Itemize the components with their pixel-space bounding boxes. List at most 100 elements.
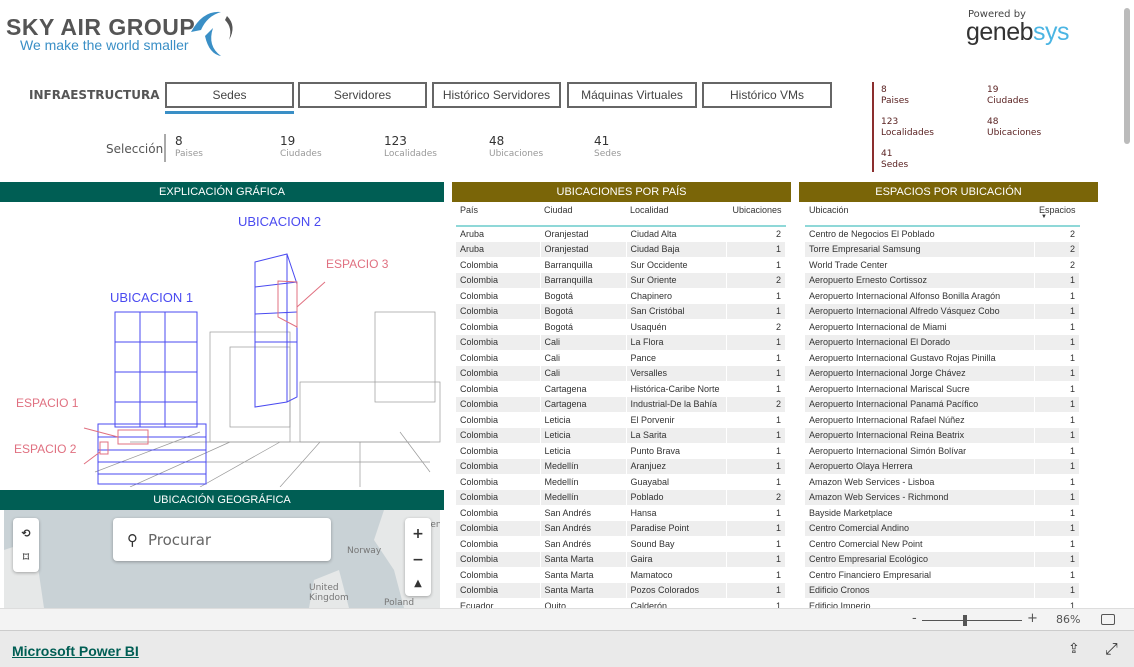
col-espacios[interactable]: Espacios ▼ xyxy=(1034,202,1080,227)
page-scrollbar[interactable] xyxy=(1124,8,1130,144)
table-row[interactable]: Aeropuerto Internacional Alfredo Vásquez… xyxy=(805,303,1080,319)
table-row[interactable]: Amazon Web Services - Richmond 1 xyxy=(805,489,1080,505)
table-cell: Bogotá xyxy=(540,303,627,319)
table-row[interactable]: Aeropuerto Internacional Rafael Núñez 1 xyxy=(805,412,1080,428)
table-row[interactable]: Aeropuerto Olaya Herrera 1 xyxy=(805,458,1080,474)
table-row[interactable]: Colombia San Andrés Hansa 1 xyxy=(456,505,786,521)
table-row[interactable]: Colombia Cali Pance 1 xyxy=(456,350,786,366)
table-cell: San Andrés xyxy=(540,536,627,552)
zoom-out-icon[interactable]: − xyxy=(412,552,424,568)
tab-maquinas-virtuales[interactable]: Máquinas Virtuales xyxy=(567,82,697,108)
espacios-ubicacion-table[interactable]: Ubicación Espacios ▼ Centro de Negocios E… xyxy=(805,202,1080,608)
table-cell: La Sarita xyxy=(626,427,727,443)
map-search-input[interactable]: ⚲ Procurar xyxy=(113,518,331,561)
table-row[interactable]: Colombia Medellín Guayabal 1 xyxy=(456,474,786,490)
rotate-icon[interactable]: ⟲ xyxy=(21,527,30,540)
table-row[interactable]: Colombia Leticia Punto Brava 1 xyxy=(456,443,786,459)
tab-servidores[interactable]: Servidores xyxy=(298,82,427,108)
ubicaciones-pais-table[interactable]: País Ciudad Localidad Ubicaciones Aruba O… xyxy=(456,202,786,608)
fit-to-page-icon[interactable] xyxy=(1101,614,1115,625)
table-row[interactable]: Aruba Oranjestad Ciudad Alta 2 xyxy=(456,226,786,242)
table-row[interactable]: Colombia Cartagena Histórica-Caribe Norte 1 xyxy=(456,381,786,397)
table-row[interactable]: Aeropuerto Internacional Jorge Chávez 1 xyxy=(805,365,1080,381)
table-row[interactable]: Colombia Bogotá Chapinero 1 xyxy=(456,288,786,304)
table-cell: 1 xyxy=(1034,427,1080,443)
table-row[interactable]: Aeropuerto Internacional El Dorado 1 xyxy=(805,334,1080,350)
table-row[interactable]: Colombia Santa Marta Mamatoco 1 xyxy=(456,567,786,583)
table-row[interactable]: Aeropuerto Internacional Alfonso Bonilla… xyxy=(805,288,1080,304)
table-row[interactable]: Colombia Medellín Aranjuez 1 xyxy=(456,458,786,474)
table-row[interactable]: Centro Comercial New Point 1 xyxy=(805,536,1080,552)
kpi-paises: 8 Paises xyxy=(175,134,203,159)
share-icon[interactable]: ⇪ xyxy=(1068,641,1080,657)
table-cell: Colombia xyxy=(456,350,541,366)
table-row[interactable]: Colombia San Andrés Sound Bay 1 xyxy=(456,536,786,552)
col-localidad[interactable]: Localidad xyxy=(626,202,726,227)
table-row[interactable]: Colombia Barranquilla Sur Occidente 1 xyxy=(456,257,786,273)
select-area-icon[interactable]: ⌑ xyxy=(23,550,29,564)
table-row[interactable]: Colombia Cali Versalles 1 xyxy=(456,365,786,381)
table-row[interactable]: Torre Empresarial Samsung 2 xyxy=(805,241,1080,257)
table-row[interactable]: Ecuador Quito Calderón 1 xyxy=(456,598,786,608)
table-row[interactable]: Aeropuerto Internacional de Miami 1 xyxy=(805,319,1080,335)
svg-text:UBICACION 1: UBICACION 1 xyxy=(110,290,193,305)
table-row[interactable]: Colombia San Andrés Paradise Point 1 xyxy=(456,520,786,536)
table-cell: Aeropuerto Internacional de Miami xyxy=(805,319,1036,335)
map-tools[interactable]: ⟲ ⌑ xyxy=(13,518,39,572)
map[interactable]: Sweden Norway United Kingdom Poland ⟲⌑ ⚲… xyxy=(4,510,440,608)
table-row[interactable]: Aeropuerto Ernesto Cortissoz 1 xyxy=(805,272,1080,288)
zoom-in-icon[interactable]: + xyxy=(412,526,424,542)
table-row[interactable]: World Trade Center 2 xyxy=(805,257,1080,273)
table-row[interactable]: Aeropuerto Internacional Simón Bolívar 1 xyxy=(805,443,1080,459)
table-cell: Bayside Marketplace xyxy=(805,505,1036,521)
table-row[interactable]: Edificio Imperio 1 xyxy=(805,598,1080,608)
table-row[interactable]: Edificio Cronos 1 xyxy=(805,582,1080,598)
table-row[interactable]: Aruba Oranjestad Ciudad Baja 1 xyxy=(456,241,786,257)
map-zoom-controls[interactable]: + − ▲ xyxy=(405,518,431,596)
kpi-localidades: 123 Localidades xyxy=(384,134,437,159)
table-cell: La Flora xyxy=(626,334,727,350)
table-row[interactable]: Centro Comercial Andino 1 xyxy=(805,520,1080,536)
table-row[interactable]: Colombia Barranquilla Sur Oriente 2 xyxy=(456,272,786,288)
table-row[interactable]: Centro Financiero Empresarial 1 xyxy=(805,567,1080,583)
table-cell: 2 xyxy=(726,489,786,505)
tab-historico-servidores[interactable]: Histórico Servidores xyxy=(432,82,561,108)
sky-air-logo-icon xyxy=(191,11,233,56)
table-row[interactable]: Centro de Negocios El Poblado 2 xyxy=(805,226,1080,242)
table-row[interactable]: Colombia Cartagena Industrial-De la Bahía 2 xyxy=(456,396,786,412)
zoom-slider-handle[interactable] xyxy=(963,615,967,626)
table-row[interactable]: Aeropuerto Internacional Reina Beatrix 1 xyxy=(805,427,1080,443)
table-cell: Aeropuerto Internacional Alfonso Bonilla… xyxy=(805,288,1036,304)
table-row[interactable]: Amazon Web Services - Lisboa 1 xyxy=(805,474,1080,490)
table-row[interactable]: Colombia Medellín Poblado 2 xyxy=(456,489,786,505)
table-row[interactable]: Colombia Bogotá Usaquén 2 xyxy=(456,319,786,335)
tab-sedes[interactable]: Sedes xyxy=(165,82,294,108)
table-row[interactable]: Centro Empresarial Ecológico 1 xyxy=(805,551,1080,567)
power-bi-link[interactable]: Microsoft Power BI xyxy=(12,643,139,659)
table-row[interactable]: Colombia Cali La Flora 1 xyxy=(456,334,786,350)
col-ubicaciones[interactable]: Ubicaciones xyxy=(726,202,786,227)
table-row[interactable]: Aeropuerto Internacional Gustavo Rojas P… xyxy=(805,350,1080,366)
col-ciudad[interactable]: Ciudad xyxy=(540,202,626,227)
compass-icon[interactable]: ▲ xyxy=(414,578,422,589)
table-cell: Leticia xyxy=(540,443,627,459)
zoom-slider[interactable] xyxy=(922,620,1022,621)
table-row[interactable]: Aeropuerto Internacional Mariscal Sucre 1 xyxy=(805,381,1080,397)
table-cell: 1 xyxy=(1034,567,1080,583)
col-pais[interactable]: País xyxy=(456,202,540,227)
table-row[interactable]: Colombia Bogotá San Cristóbal 1 xyxy=(456,303,786,319)
table-row[interactable]: Colombia Santa Marta Pozos Colorados 1 xyxy=(456,582,786,598)
fullscreen-icon[interactable]: ⤢ xyxy=(1105,639,1118,659)
table-row[interactable]: Bayside Marketplace 1 xyxy=(805,505,1080,521)
table-row[interactable]: Aeropuerto Internacional Panamá Pacífico… xyxy=(805,396,1080,412)
table-row[interactable]: Colombia Santa Marta Gaira 1 xyxy=(456,551,786,567)
tab-historico-vms[interactable]: Histórico VMs xyxy=(702,82,832,108)
zoom-in-button[interactable]: + xyxy=(1027,611,1038,626)
zoom-out-button[interactable]: - xyxy=(912,611,917,626)
table-cell: Bogotá xyxy=(540,288,627,304)
table-row[interactable]: Colombia Leticia El Porvenir 1 xyxy=(456,412,786,428)
table-row[interactable]: Colombia Leticia La Sarita 1 xyxy=(456,427,786,443)
col-ubicacion[interactable]: Ubicación xyxy=(805,202,1035,227)
table-cell: 2 xyxy=(1034,226,1080,242)
table-cell: Paradise Point xyxy=(626,520,727,536)
